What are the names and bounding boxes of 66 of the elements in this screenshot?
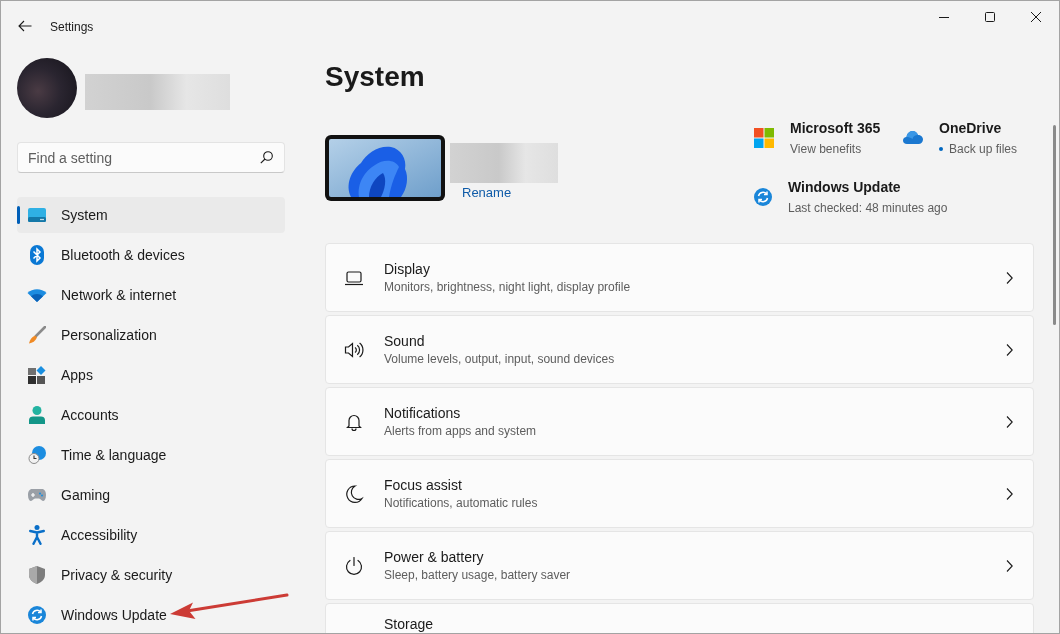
sidebar-item[interactable]: Bluetooth & devices bbox=[17, 237, 285, 273]
card-description: Monitors, brightness, night light, display profile bbox=[384, 279, 632, 295]
cloud-icon bbox=[903, 131, 923, 144]
maximize-icon bbox=[985, 12, 995, 22]
sidebar-item[interactable]: Time & language bbox=[17, 437, 285, 473]
quick-link-subtitle: Last checked: 48 minutes ago bbox=[788, 200, 948, 216]
quick-link-title[interactable]: Windows Update bbox=[788, 177, 948, 197]
sidebar-item[interactable]: Personalization bbox=[17, 317, 285, 353]
settings-card[interactable]: Notifications Alerts from apps and system bbox=[325, 387, 1034, 456]
selection-indicator bbox=[17, 206, 20, 224]
quick-link-subtitle: Back up files bbox=[949, 141, 1018, 157]
sync-icon bbox=[28, 606, 46, 624]
search-icon bbox=[260, 151, 273, 164]
sidebar-item[interactable]: Apps bbox=[17, 357, 285, 393]
gamepad-icon bbox=[28, 489, 46, 501]
card-description: Notifications, automatic rules bbox=[384, 495, 539, 511]
person-icon bbox=[28, 406, 46, 424]
back-arrow-icon bbox=[18, 20, 32, 32]
monitor-icon bbox=[28, 208, 46, 222]
sidebar-item[interactable]: Accounts bbox=[17, 397, 285, 433]
sidebar-item[interactable]: Accessibility bbox=[17, 517, 285, 553]
card-description: Alerts from apps and system bbox=[384, 423, 538, 439]
rename-link[interactable]: Rename bbox=[462, 185, 512, 201]
settings-card[interactable]: Storage bbox=[325, 603, 1034, 633]
bluetooth-icon bbox=[30, 245, 44, 265]
avatar-placeholder[interactable] bbox=[17, 58, 77, 118]
card-title: Notifications bbox=[384, 404, 462, 423]
chevron-right-icon bbox=[1006, 559, 1013, 572]
page-title: System bbox=[325, 60, 426, 94]
card-title: Focus assist bbox=[384, 476, 463, 495]
search-field[interactable]: Find a setting bbox=[17, 142, 285, 173]
settings-card[interactable]: Focus assist Notifications, automatic rules bbox=[325, 459, 1034, 528]
paintbrush-icon bbox=[28, 326, 46, 344]
chevron-right-icon bbox=[1006, 487, 1013, 500]
sync-icon bbox=[754, 187, 772, 206]
scrollbar-thumb[interactable] bbox=[1053, 125, 1056, 325]
minimize-icon bbox=[939, 16, 949, 18]
apps-grid-icon bbox=[28, 366, 46, 384]
card-title: Storage bbox=[384, 615, 435, 633]
sidebar-item[interactable]: Network & internet bbox=[17, 277, 285, 313]
chevron-right-icon bbox=[1006, 271, 1013, 284]
quick-link-title[interactable]: OneDrive bbox=[939, 118, 1018, 138]
globe-clock-icon bbox=[28, 446, 46, 464]
accessibility-icon bbox=[29, 525, 45, 545]
chevron-right-icon bbox=[1006, 415, 1013, 428]
card-title: Power & battery bbox=[384, 548, 485, 567]
sidebar-item[interactable]: System bbox=[17, 197, 285, 233]
card-title: Sound bbox=[384, 332, 426, 351]
settings-card[interactable]: Sound Volume levels, output, input, sound devices bbox=[325, 315, 1034, 384]
sidebar-item[interactable]: Privacy & security bbox=[17, 557, 285, 593]
settings-card[interactable]: Display Monitors, brightness, night light, display profile bbox=[325, 243, 1034, 312]
four-squares-icon bbox=[754, 127, 774, 148]
wifi-icon bbox=[27, 288, 47, 302]
shield-icon bbox=[29, 566, 45, 584]
settings-card[interactable]: Power & battery Sleep, battery usage, battery saver bbox=[325, 531, 1034, 600]
power-icon bbox=[344, 555, 364, 576]
card-title: Display bbox=[384, 260, 431, 279]
card-description: Sleep, battery usage, battery saver bbox=[384, 567, 572, 583]
card-description: Volume levels, output, input, sound devices bbox=[384, 351, 616, 367]
moon-icon bbox=[344, 483, 364, 504]
window-title: Settings bbox=[50, 19, 94, 35]
quick-link-title[interactable]: Microsoft 365 bbox=[790, 118, 881, 138]
quick-link-subtitle: View benefits bbox=[790, 141, 862, 157]
chevron-right-icon bbox=[1006, 343, 1013, 356]
close-icon bbox=[1031, 12, 1041, 22]
sidebar-item[interactable]: Gaming bbox=[17, 477, 285, 513]
